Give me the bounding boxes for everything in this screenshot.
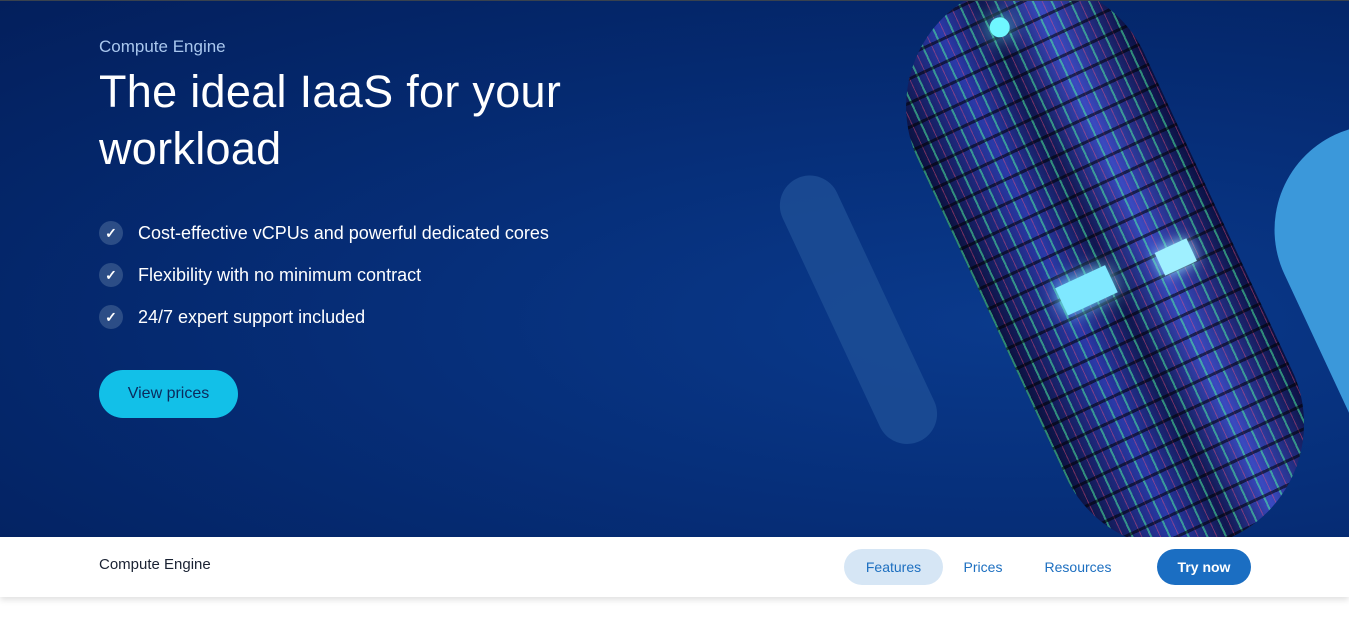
- try-now-button[interactable]: Try now: [1157, 549, 1251, 585]
- server-light: [1154, 238, 1197, 276]
- hero-title: The ideal IaaS for your workload: [99, 66, 562, 174]
- feature-text: Cost-effective vCPUs and powerful dedica…: [138, 222, 549, 243]
- hero-eyebrow: Compute Engine: [99, 37, 226, 56]
- hero-banner: Compute Engine The ideal IaaS for your w…: [0, 0, 1349, 537]
- server-light: [1055, 265, 1118, 316]
- tab-prices[interactable]: Prices: [949, 549, 1017, 585]
- tab-features[interactable]: Features: [844, 549, 943, 585]
- subnav-title[interactable]: Compute Engine: [99, 556, 211, 573]
- check-icon: ✓: [99, 263, 123, 287]
- feature-text: 24/7 expert support included: [138, 306, 366, 327]
- feature-item: ✓ Cost-effective vCPUs and powerful dedi…: [99, 212, 549, 254]
- check-icon: ✓: [99, 221, 123, 245]
- product-subnav: Compute Engine Features Prices Resources…: [0, 537, 1349, 597]
- feature-item: ✓ 24/7 expert support included: [99, 296, 549, 338]
- tab-resources[interactable]: Resources: [1028, 549, 1128, 585]
- decorative-pill-shape: [770, 165, 947, 454]
- feature-item: ✓ Flexibility with no minimum contract: [99, 254, 549, 296]
- feature-list: ✓ Cost-effective vCPUs and powerful dedi…: [99, 212, 549, 338]
- check-icon: ✓: [99, 305, 123, 329]
- server-rack-image: [865, 1, 1346, 537]
- view-prices-button[interactable]: View prices: [99, 370, 238, 418]
- server-light: [986, 14, 1014, 41]
- feature-text: Flexibility with no minimum contract: [138, 264, 422, 285]
